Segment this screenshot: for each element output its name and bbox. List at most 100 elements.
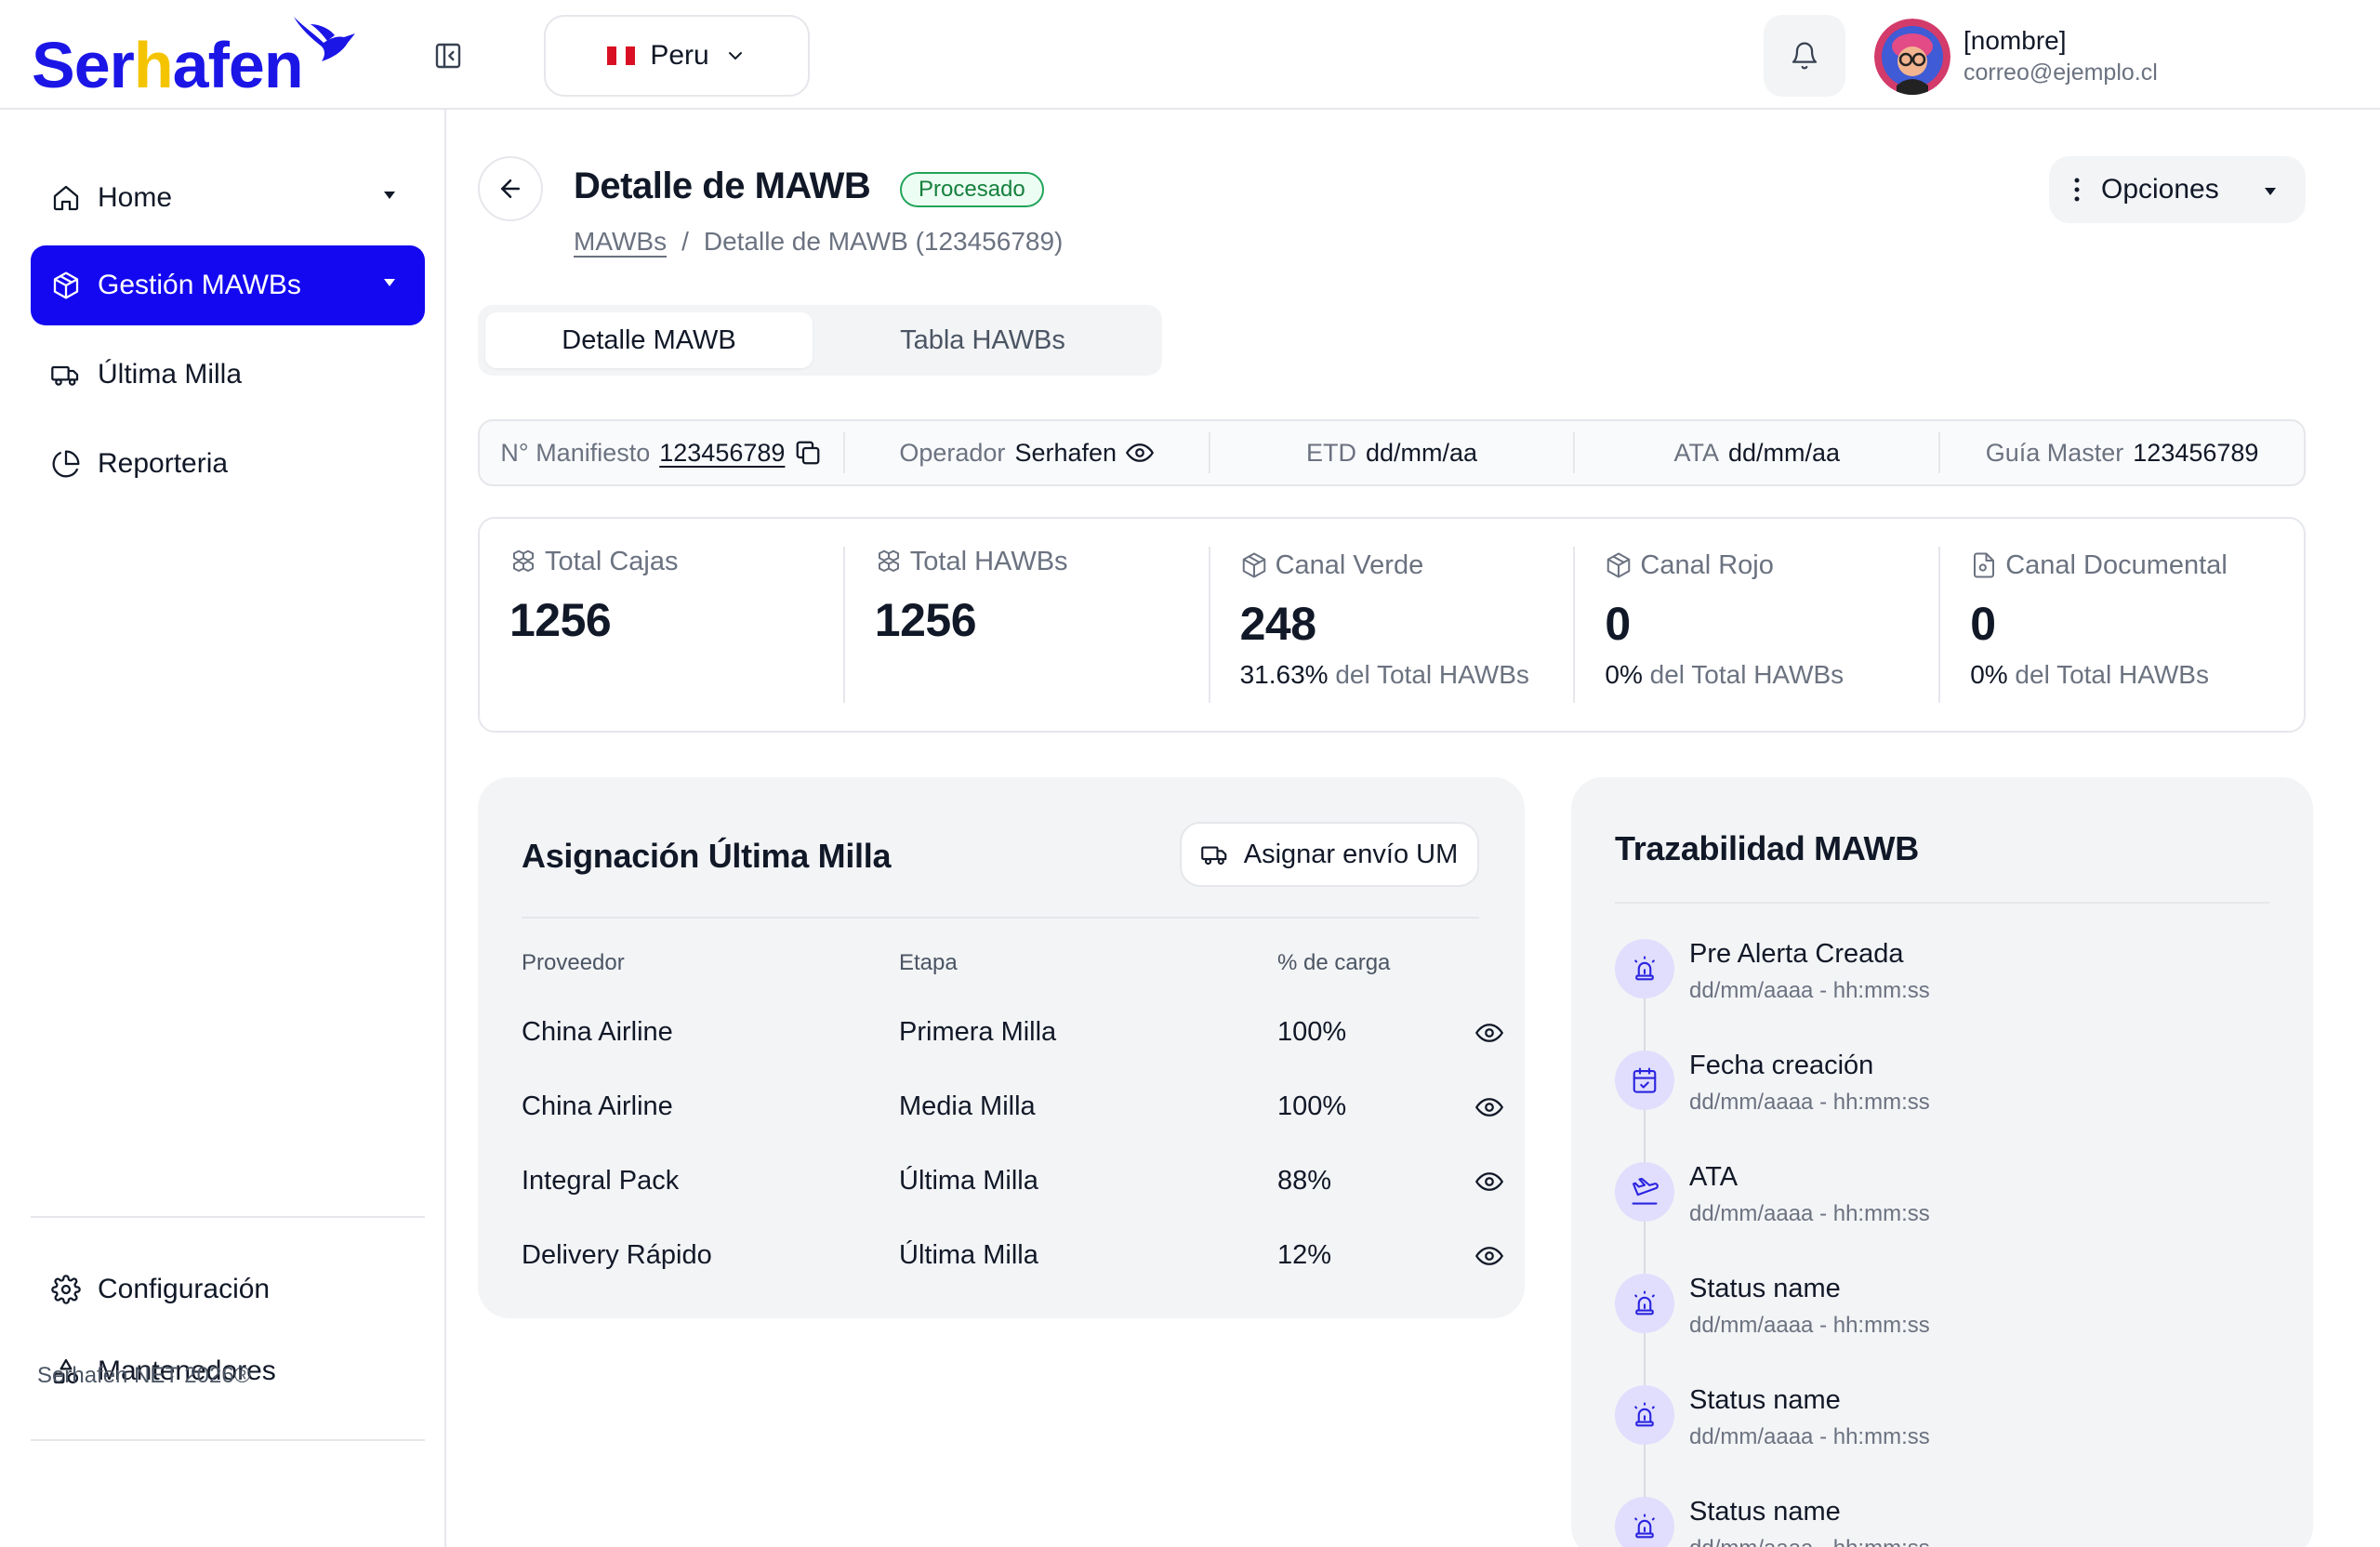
event-date: dd/mm/aaaa - hh:mm:ss	[1689, 1424, 1930, 1449]
page-title: Detalle de MAWB	[574, 165, 871, 206]
stat-label: Total HAWBs	[909, 546, 1068, 576]
caret-down-icon	[2265, 188, 2276, 195]
sidebar-collapse-icon[interactable]	[433, 41, 463, 71]
status-badge: Procesado	[900, 172, 1044, 207]
provider-cell: China Airline	[522, 1091, 673, 1121]
sidebar: Home Gestión MAWBs Última Milla Reporter…	[0, 110, 446, 1547]
stat-label: Canal Verde	[1275, 549, 1424, 580]
footer-copyright: Serhafen NET 2026®	[37, 1363, 251, 1388]
sidebar-item-ultima-milla[interactable]: Última Milla	[31, 335, 425, 415]
siren-icon	[1615, 1385, 1674, 1445]
traceability-divider	[1615, 902, 2269, 904]
tab-tabla-hawbs[interactable]: Tabla HAWBs	[819, 312, 1146, 368]
assign-button-label: Asignar envío UM	[1243, 839, 1459, 869]
etd-value: dd/mm/aa	[1365, 438, 1478, 467]
sidebar-item-configuracion[interactable]: Configuración	[31, 1250, 425, 1329]
stat-value: 1256	[509, 594, 612, 646]
options-button[interactable]: Opciones	[2049, 156, 2306, 223]
plane-landing-icon	[1615, 1162, 1674, 1222]
timeline-item: Status name dd/mm/aaaa - hh:mm:ss	[1615, 1385, 2266, 1469]
more-vertical-icon	[2074, 178, 2080, 202]
notifications-button[interactable]	[1764, 15, 1845, 97]
country-select[interactable]: Peru	[544, 15, 810, 97]
stat-label: Canal Rojo	[1640, 549, 1774, 580]
load-cell: 88%	[1277, 1166, 1332, 1196]
country-label: Peru	[650, 40, 709, 71]
options-label: Opciones	[2101, 174, 2219, 205]
eye-icon[interactable]	[1475, 1093, 1503, 1121]
provider-cell: Delivery Rápido	[522, 1240, 712, 1270]
sidebar-item-label: Home	[98, 182, 173, 213]
siren-icon	[1615, 1274, 1674, 1333]
sidebar-item-home[interactable]: Home	[31, 158, 425, 238]
top-bar: Serhafen Peru [nombre] correo@ejemplo.cl	[0, 0, 2380, 110]
info-manifest: N° Manifiesto 123456789	[480, 432, 845, 473]
column-header: Proveedor	[522, 950, 625, 975]
event-date: dd/mm/aaaa - hh:mm:ss	[1689, 1201, 1930, 1226]
operator-value: Serhafen	[1014, 438, 1117, 467]
ata-value: dd/mm/aa	[1728, 438, 1841, 467]
arrow-left-icon	[501, 179, 520, 198]
event-date: dd/mm/aaaa - hh:mm:ss	[1689, 1536, 1930, 1547]
info-label: N° Manifiesto	[500, 438, 651, 467]
assign-shipment-button[interactable]: Asignar envío UM	[1180, 822, 1479, 887]
gear-icon	[51, 1275, 81, 1304]
breadcrumb-separator: /	[681, 227, 689, 256]
stat-value: 1256	[874, 594, 977, 646]
sidebar-item-label: Última Milla	[98, 359, 243, 390]
user-name[interactable]: [nombre]	[1964, 26, 2067, 56]
eye-icon[interactable]	[1126, 439, 1155, 467]
guia-master-value: 123456789	[2133, 438, 2259, 467]
stat-percentage: 0% del Total HAWBs	[1605, 660, 1938, 690]
info-label: ETD	[1305, 438, 1356, 467]
info-label: Guía Master	[1985, 438, 2124, 467]
manifest-link[interactable]: 123456789	[659, 439, 785, 468]
timeline-item: Pre Alerta Creada dd/mm/aaaa - hh:mm:ss	[1615, 939, 2266, 1023]
serhafen-logo[interactable]: Serhafen	[32, 15, 366, 101]
table-row: Delivery Rápido Última Milla 12%	[522, 1240, 1503, 1277]
stat-canal-verde: Canal Verde 248 31.63% del Total HAWBs	[1210, 547, 1576, 703]
avatar[interactable]	[1874, 19, 1950, 95]
event-date: dd/mm/aaaa - hh:mm:ss	[1689, 1090, 1930, 1115]
stat-percentage: 31.63% del Total HAWBs	[1240, 660, 1574, 690]
tab-detalle-mawb[interactable]: Detalle MAWB	[485, 312, 813, 368]
file-icon	[1974, 552, 1995, 578]
event-name: Status name	[1689, 1497, 1841, 1527]
siren-icon	[1615, 939, 1674, 998]
load-cell: 100%	[1277, 1091, 1347, 1121]
stat-total-cajas: Total Cajas 1256	[480, 547, 845, 703]
stat-canal-rojo: Canal Rojo 0 0% del Total HAWBs	[1575, 547, 1941, 703]
info-bar: N° Manifiesto 123456789 Operador Serhafe…	[478, 419, 2306, 486]
sidebar-item-reporteria[interactable]: Reporteria	[31, 424, 425, 504]
info-ata: ATA dd/mm/aa	[1575, 432, 1941, 473]
stat-canal-documental: Canal Documental 0 0% del Total HAWBs	[1940, 547, 2304, 703]
bird-icon	[294, 17, 355, 61]
info-label: ATA	[1673, 438, 1720, 467]
back-button[interactable]	[478, 156, 543, 221]
package-icon	[1242, 552, 1265, 578]
traceability-title: Trazabilidad MAWB	[1615, 829, 1919, 867]
info-etd: ETD dd/mm/aa	[1210, 432, 1576, 473]
eye-icon[interactable]	[1475, 1168, 1503, 1196]
provider-cell: Integral Pack	[522, 1166, 680, 1196]
stage-cell: Última Milla	[899, 1166, 1038, 1196]
timeline-item: Fecha creación dd/mm/aaaa - hh:mm:ss	[1615, 1051, 2266, 1134]
sidebar-item-gestion-mawbs[interactable]: Gestión MAWBs	[31, 245, 425, 325]
caret-down-icon	[384, 279, 395, 286]
pie-chart-icon	[52, 450, 80, 478]
breadcrumb-link-mawbs[interactable]: MAWBs	[574, 227, 667, 257]
boxes-icon	[513, 549, 534, 572]
siren-icon	[1615, 1497, 1674, 1547]
bell-icon	[1792, 42, 1818, 70]
view-tabs: Detalle MAWB Tabla HAWBs	[478, 305, 1162, 376]
breadcrumb: MAWBs / Detalle de MAWB (123456789)	[574, 227, 1063, 257]
stat-pct-text: del Total HAWBs	[1642, 660, 1844, 689]
stat-pct: 31.63%	[1239, 660, 1329, 689]
stat-value: 0	[1970, 598, 1996, 650]
eye-icon[interactable]	[1475, 1242, 1503, 1270]
stage-cell: Media Milla	[899, 1091, 1036, 1121]
stat-value: 0	[1605, 598, 1631, 650]
stat-label: Canal Documental	[2005, 549, 2228, 580]
copy-icon[interactable]	[794, 439, 822, 467]
eye-icon[interactable]	[1475, 1019, 1503, 1047]
